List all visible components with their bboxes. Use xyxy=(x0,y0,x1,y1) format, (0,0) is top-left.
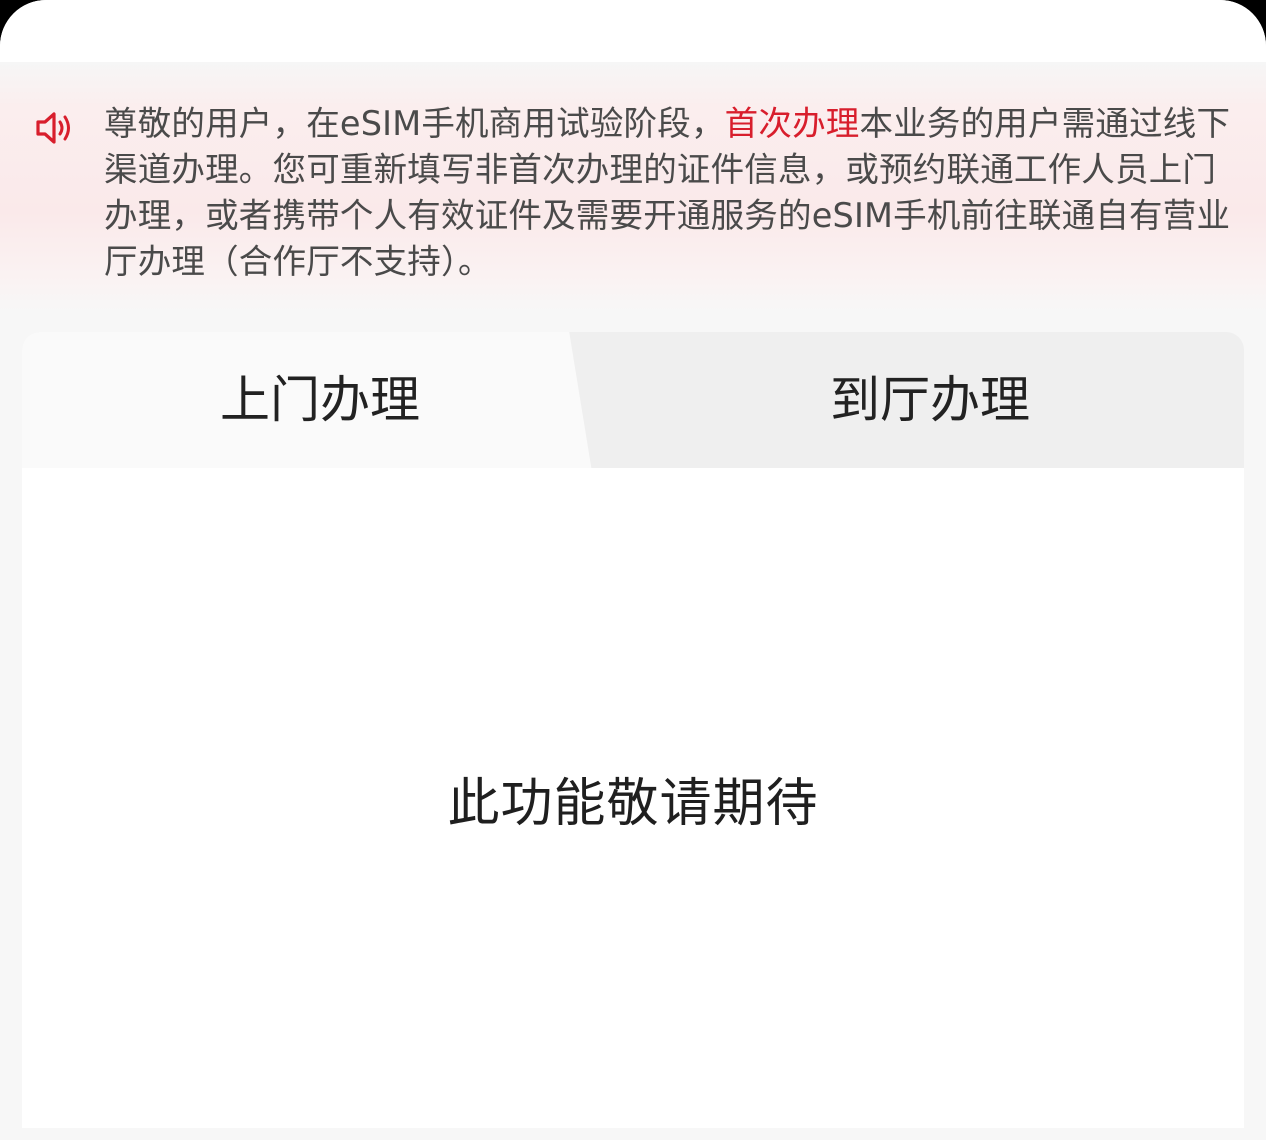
speaker-icon xyxy=(36,112,70,144)
phone-screen: 尊敬的用户，在eSIM手机商用试验阶段，首次办理本业务的用户需通过线下渠道办理。… xyxy=(0,0,1266,1140)
notice-text-lead: 尊敬的用户，在eSIM手机商用试验阶段， xyxy=(104,104,725,143)
notice-text: 尊敬的用户，在eSIM手机商用试验阶段，首次办理本业务的用户需通过线下渠道办理。… xyxy=(104,101,1234,285)
status-area xyxy=(0,0,1266,70)
tab-store-label[interactable]: 到厅办理 xyxy=(830,370,1030,430)
coming-soon-message: 此功能敬请期待 xyxy=(447,774,819,834)
tab-onsite-label[interactable]: 上门办理 xyxy=(220,370,420,430)
notice-highlight: 首次办理 xyxy=(724,104,860,143)
